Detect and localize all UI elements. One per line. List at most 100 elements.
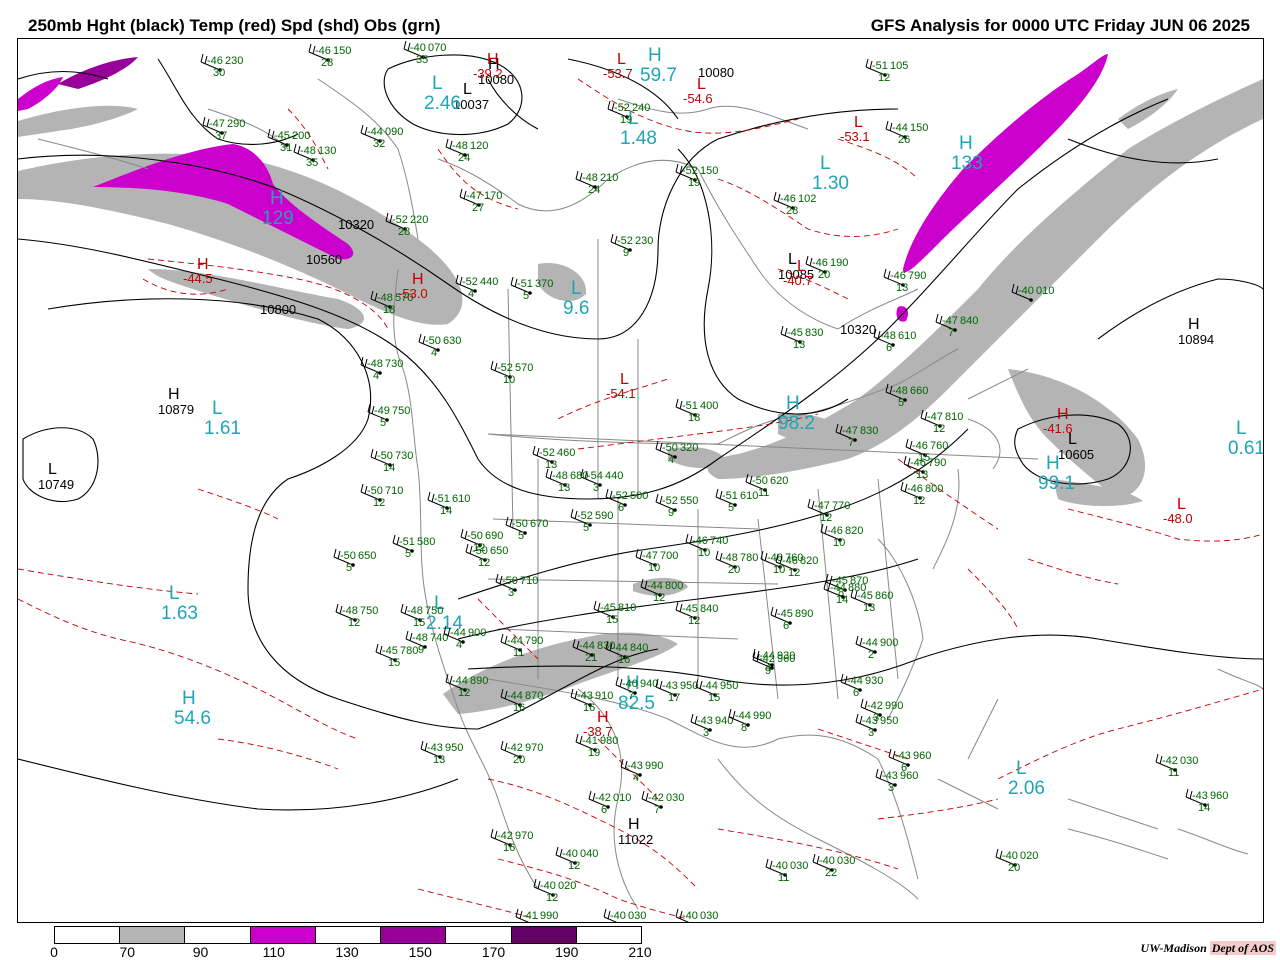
height-center-value: 11022 — [618, 832, 653, 847]
obs-dewpoint-depression: 6 — [853, 687, 859, 699]
obs-dewpoint-depression: 12 — [913, 495, 925, 507]
temp-center-value: -40.7 — [783, 273, 813, 288]
obs-dewpoint-depression: 4 — [373, 370, 379, 382]
obs-temperature: -45 — [274, 130, 290, 142]
obs-temperature: -51 — [682, 400, 698, 412]
obs-dewpoint-depression: 24 — [588, 184, 600, 196]
obs-dewpoint-depression: 11 — [758, 487, 769, 499]
legend-tick-label: 90 — [192, 944, 209, 960]
obs-height: 790 — [928, 457, 946, 469]
obs-temperature: -42 — [648, 792, 664, 804]
obs-height: 650 — [358, 550, 376, 562]
legend-swatch — [250, 927, 316, 943]
obs-dewpoint-depression: 16 — [503, 842, 515, 854]
obs-height: 840 — [960, 315, 978, 327]
obs-height: 960 — [900, 770, 918, 782]
obs-temperature: -47 — [466, 190, 482, 202]
obs-temperature: -48 — [722, 552, 738, 564]
obs-temperature: -44 — [507, 635, 523, 647]
obs-height: 990 — [885, 700, 903, 712]
obs-height: 940 — [640, 678, 658, 690]
obs-temperature: -51 — [872, 60, 888, 72]
obs-height: 930 — [865, 675, 883, 687]
obs-dewpoint-depression: 3 — [888, 782, 894, 794]
obs-temperature: -42 — [595, 792, 611, 804]
obs-height: 570 — [395, 292, 413, 304]
speed-center-value: 133 — [951, 153, 983, 174]
obs-height: 810 — [618, 602, 636, 614]
obs-height: 460 — [557, 447, 575, 459]
obs-height: 950 — [445, 742, 463, 754]
temp-center-value: -44.5 — [183, 271, 213, 286]
obs-temperature: -50 — [367, 485, 383, 497]
speed-center-letter: H — [1046, 453, 1060, 474]
obs-temperature: -48 — [412, 632, 428, 644]
obs-temperature: -44 — [452, 675, 468, 687]
obs-height: 240 — [632, 102, 650, 114]
obs-height: 710 — [520, 575, 538, 587]
obs-dewpoint-depression: 12 — [373, 497, 385, 509]
height-contour-label: 10800 — [260, 302, 296, 317]
obs-height: 800 — [925, 483, 943, 495]
obs-height: 130 — [318, 145, 336, 157]
obs-temperature: -44 — [892, 122, 908, 134]
obs-dewpoint-depression: 12 — [568, 860, 580, 872]
temp-center-value: -53.7 — [603, 66, 633, 81]
obs-temperature: -40 — [622, 678, 638, 690]
obs-temperature: -43 — [862, 715, 878, 727]
obs-dewpoint-depression: 4 — [468, 288, 474, 300]
obs-height: 860 — [875, 590, 893, 602]
obs-height: 810 — [945, 411, 963, 423]
obs-temperature: -48 — [452, 140, 468, 152]
obs-dewpoint-depression: 18 — [383, 304, 395, 316]
obs-height: 190 — [830, 257, 848, 269]
obs-dewpoint-depression: 11 — [778, 872, 789, 884]
temp-center-value: -53.1 — [840, 129, 870, 144]
obs-dewpoint-depression: 28 — [321, 57, 333, 69]
map-canvas: H10879L10749H11022H10894L10605L10085L100… — [18, 40, 1263, 922]
credit-institution: UW-Madison — [1140, 941, 1207, 955]
speed-center-letter: L — [820, 153, 831, 174]
obs-temperature: -46 — [910, 457, 926, 469]
obs-dewpoint-depression: 4 — [765, 662, 771, 674]
obs-temperature: -52 — [614, 102, 630, 114]
obs-height: 670 — [530, 518, 548, 530]
obs-temperature: -44 — [450, 627, 466, 639]
obs-temperature: -47 — [209, 118, 225, 130]
obs-temperature: -46 — [207, 55, 223, 67]
obs-temperature: -43 — [895, 750, 911, 762]
obs-dewpoint-depression: 15 — [708, 692, 720, 704]
obs-height: 930 — [777, 650, 795, 662]
obs-temperature: -40 — [819, 855, 835, 867]
temp-center-value: -54.1 — [606, 386, 636, 401]
obs-dewpoint-depression: 19 — [588, 747, 600, 759]
obs-height: 010 — [613, 792, 631, 804]
obs-dewpoint-depression: 3 — [593, 482, 599, 494]
obs-height: 030 — [666, 792, 684, 804]
obs-temperature: -45 — [787, 327, 803, 339]
speed-center-value: 59.7 — [640, 65, 677, 86]
obs-temperature: -46 — [890, 270, 906, 282]
obs-dewpoint-depression: 13 — [863, 602, 875, 614]
obs-temperature: -47 — [842, 425, 858, 437]
obs-dewpoint-depression: 15 — [413, 617, 425, 629]
obs-height: 150 — [333, 45, 351, 57]
obs-temperature: -46 — [912, 440, 928, 452]
obs-temperature: -46 — [827, 525, 843, 537]
height-center-value: 10605 — [1058, 447, 1094, 462]
obs-dewpoint-depression: 20 — [1008, 862, 1020, 874]
obs-temperature: -45 — [600, 602, 616, 614]
obs-height: 020 — [558, 880, 576, 892]
obs-height: 760 — [930, 440, 948, 452]
speed-center-value: 98.2 — [778, 413, 815, 434]
obs-temperature: -46 — [812, 257, 828, 269]
obs-temperature: -52 — [497, 362, 513, 374]
obs-dewpoint-depression: 30 — [213, 67, 225, 79]
obs-dewpoint-depression: 12 — [458, 687, 470, 699]
obs-dewpoint-depression: 4 — [431, 347, 437, 359]
obs-height: 610 — [898, 330, 916, 342]
speed-center-value: 99.1 — [1038, 473, 1075, 494]
obs-dewpoint-depression: 12 — [820, 512, 832, 524]
obs-dewpoint-depression: 13 — [916, 469, 928, 481]
legend-tick-label: 0 — [50, 944, 58, 960]
